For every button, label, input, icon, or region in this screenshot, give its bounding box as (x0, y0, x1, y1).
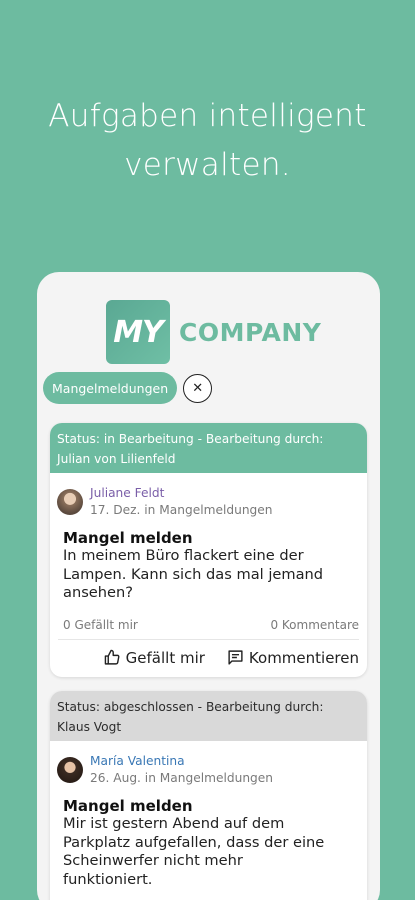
status-assignee: Klaus Vogt (57, 720, 122, 734)
post-counts: 0 Gefällt mir 0 Kommentare (50, 603, 367, 632)
post-card[interactable]: Status: abgeschlossen - Bearbeitung durc… (50, 691, 367, 900)
like-button-label: Gefällt mir (125, 648, 205, 667)
thumbs-up-icon (104, 649, 120, 665)
post-body-line: In meinem Büro flackert eine der (63, 547, 304, 564)
avatar[interactable] (57, 757, 83, 783)
logo-badge: MY (106, 300, 170, 364)
status-assignee: Julian von Lilienfeld (57, 452, 176, 466)
phone-screen: MY COMPANY Mangelmeldungen ✕ Status: in … (37, 272, 380, 900)
post-body-line: funktioniert. (63, 870, 153, 888)
post-header: María Valentina 26. Aug. in Mangelmeldun… (50, 741, 367, 787)
post-body-line: Mir ist gestern Abend auf dem (63, 815, 285, 832)
status-text: Status: in Bearbeitung - Bearbeitung dur… (57, 432, 324, 446)
like-button[interactable]: Gefällt mir (104, 649, 205, 667)
post-body-line: Lampen. Kann sich das mal jemand (63, 565, 324, 583)
post-body: Mir ist gestern Abend auf dem Parkplatz … (50, 815, 367, 889)
post-meta: 26. Aug. in Mangelmeldungen (90, 771, 274, 785)
logo-text: COMPANY (179, 317, 322, 347)
status-banner: Status: in Bearbeitung - Bearbeitung dur… (50, 423, 367, 473)
status-text: Status: abgeschlossen - Bearbeitung durc… (57, 700, 324, 714)
post-title: Mangel melden (63, 797, 193, 815)
headline-line-1: Aufgaben intelligent (48, 98, 367, 134)
headline-line-2: verwalten. (124, 147, 291, 183)
post-header: Juliane Feldt 17. Dez. in Mangelmeldunge… (50, 473, 367, 519)
filter-chip-mangelmeldungen[interactable]: Mangelmeldungen (43, 372, 178, 404)
post-title: Mangel melden (63, 529, 193, 547)
author-name[interactable]: María Valentina (90, 753, 273, 769)
avatar[interactable] (57, 489, 83, 515)
close-icon[interactable]: ✕ (183, 373, 213, 403)
comment-button-label: Kommentieren (248, 648, 359, 667)
company-logo: MY COMPANY (106, 300, 321, 364)
comment-count: 0 Kommentare (270, 617, 359, 632)
post-body-line: Scheinwerfer nicht mehr (63, 852, 243, 869)
post-body-line: ansehen? (63, 584, 133, 601)
post-meta: 17. Dez. in Mangelmeldungen (90, 503, 273, 517)
filter-row: Mangelmeldungen ✕ (43, 372, 213, 404)
comment-icon (228, 650, 243, 665)
status-banner: Status: abgeschlossen - Bearbeitung durc… (50, 691, 367, 741)
post-body-line: Parkplatz aufgefallen, dass der eine (63, 833, 325, 851)
like-count: 0 Gefällt mir (63, 617, 138, 632)
comment-button[interactable]: Kommentieren (227, 649, 359, 667)
post-card[interactable]: Status: in Bearbeitung - Bearbeitung dur… (50, 423, 367, 677)
post-actions: Gefällt mir Kommentieren (50, 640, 367, 667)
author-name[interactable]: Juliane Feldt (90, 485, 273, 501)
headline: Aufgaben intelligent verwalten. (0, 92, 415, 190)
post-body: In meinem Büro flackert eine der Lampen.… (50, 547, 367, 603)
